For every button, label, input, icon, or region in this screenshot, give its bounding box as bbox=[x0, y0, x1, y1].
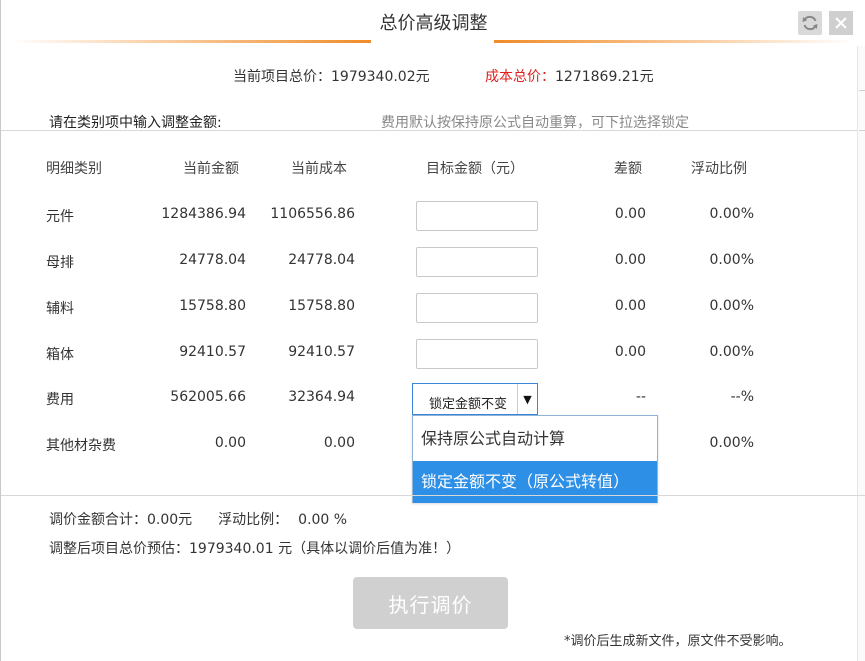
execute-adjust-button[interactable]: 执行调价 bbox=[353, 577, 508, 629]
dropdown-option-lock-amount[interactable]: 锁定金额不变（原公式转值） bbox=[413, 461, 657, 503]
header-target-amount: 目标金额（元） bbox=[426, 161, 524, 177]
header-float-ratio: 浮动比例 bbox=[691, 161, 747, 177]
adjust-summary: 调价金额合计：0.00元 浮动比例： 0.00 % bbox=[49, 512, 348, 528]
row-diff: 0.00 bbox=[614, 298, 646, 314]
row-amount: 24778.04 bbox=[179, 252, 246, 268]
header-current-cost: 当前成本 bbox=[291, 161, 347, 177]
row-cost: 0.00 bbox=[323, 435, 355, 451]
row-diff: -- bbox=[635, 389, 646, 405]
row-diff: 0.00 bbox=[614, 252, 646, 268]
price-adjust-dialog: 总价高级调整 当前项目总价：1979340.02元 成本总价：1271869.2… bbox=[0, 0, 865, 661]
row-category: 辅料 bbox=[46, 301, 74, 317]
instruction-text: 请在类别项中输入调整金额: bbox=[49, 115, 222, 131]
close-button[interactable] bbox=[829, 11, 853, 35]
row-ratio: 0.00% bbox=[709, 252, 754, 268]
row-ratio: 0.00% bbox=[709, 344, 754, 360]
footnote: *调价后生成新文件，原文件不受影响。 bbox=[564, 634, 792, 649]
target-amount-input[interactable] bbox=[416, 339, 538, 369]
row-amount: 92410.57 bbox=[179, 344, 246, 360]
divider bbox=[1, 130, 865, 131]
hint-text: 费用默认按保持原公式自动重算，可下拉选择锁定 bbox=[381, 115, 689, 131]
chevron-down-icon[interactable]: ▼ bbox=[517, 384, 537, 414]
title-underline-left bbox=[11, 40, 371, 43]
row-amount: 1284386.94 bbox=[161, 206, 246, 222]
row-ratio: 0.00% bbox=[709, 435, 754, 451]
row-ratio: 0.00% bbox=[709, 206, 754, 222]
title-underline-right bbox=[494, 40, 854, 43]
target-amount-input[interactable] bbox=[416, 201, 538, 231]
target-amount-input[interactable] bbox=[416, 247, 538, 277]
scroll-edge bbox=[857, 46, 865, 661]
close-icon bbox=[835, 17, 847, 29]
title-bar: 总价高级调整 bbox=[1, 0, 865, 46]
row-category: 箱体 bbox=[46, 347, 74, 363]
divider bbox=[1, 495, 865, 496]
fee-mode-dropdown: 保持原公式自动计算 锁定金额不变（原公式转值） bbox=[412, 415, 658, 503]
current-total: 当前项目总价：1979340.02元 bbox=[233, 69, 430, 85]
row-cost: 32364.94 bbox=[288, 389, 355, 405]
header-current-amount: 当前金额 bbox=[183, 161, 239, 177]
row-ratio: 0.00% bbox=[709, 298, 754, 314]
row-category: 母排 bbox=[46, 255, 74, 271]
cost-total: 成本总价：1271869.21元 bbox=[485, 69, 654, 85]
row-cost: 92410.57 bbox=[288, 344, 355, 360]
row-cost: 1106556.86 bbox=[270, 206, 355, 222]
row-category: 其他材杂费 bbox=[46, 438, 116, 454]
target-amount-input[interactable] bbox=[416, 293, 538, 323]
estimate-text: 调整后项目总价预估：1979340.01 元（具体以调价后值为准！） bbox=[49, 541, 461, 557]
row-category: 元件 bbox=[46, 209, 74, 225]
refresh-icon bbox=[802, 15, 818, 31]
row-amount: 0.00 bbox=[214, 435, 246, 451]
refresh-button[interactable] bbox=[798, 11, 822, 35]
header-difference: 差额 bbox=[614, 161, 642, 177]
row-amount: 562005.66 bbox=[170, 389, 246, 405]
fee-mode-selected: 锁定金额不变 bbox=[429, 397, 508, 412]
fee-mode-select[interactable]: 锁定金额不变 ▼ bbox=[412, 383, 538, 415]
row-cost: 15758.80 bbox=[288, 298, 355, 314]
row-ratio: --% bbox=[730, 389, 754, 405]
row-diff: 0.00 bbox=[614, 344, 646, 360]
dialog-title: 总价高级调整 bbox=[379, 13, 488, 34]
row-category: 费用 bbox=[46, 392, 74, 408]
row-diff: 0.00 bbox=[614, 206, 646, 222]
row-amount: 15758.80 bbox=[179, 298, 246, 314]
dropdown-option-keep-formula[interactable]: 保持原公式自动计算 bbox=[413, 418, 657, 460]
row-cost: 24778.04 bbox=[288, 252, 355, 268]
header-category: 明细类别 bbox=[46, 161, 102, 177]
